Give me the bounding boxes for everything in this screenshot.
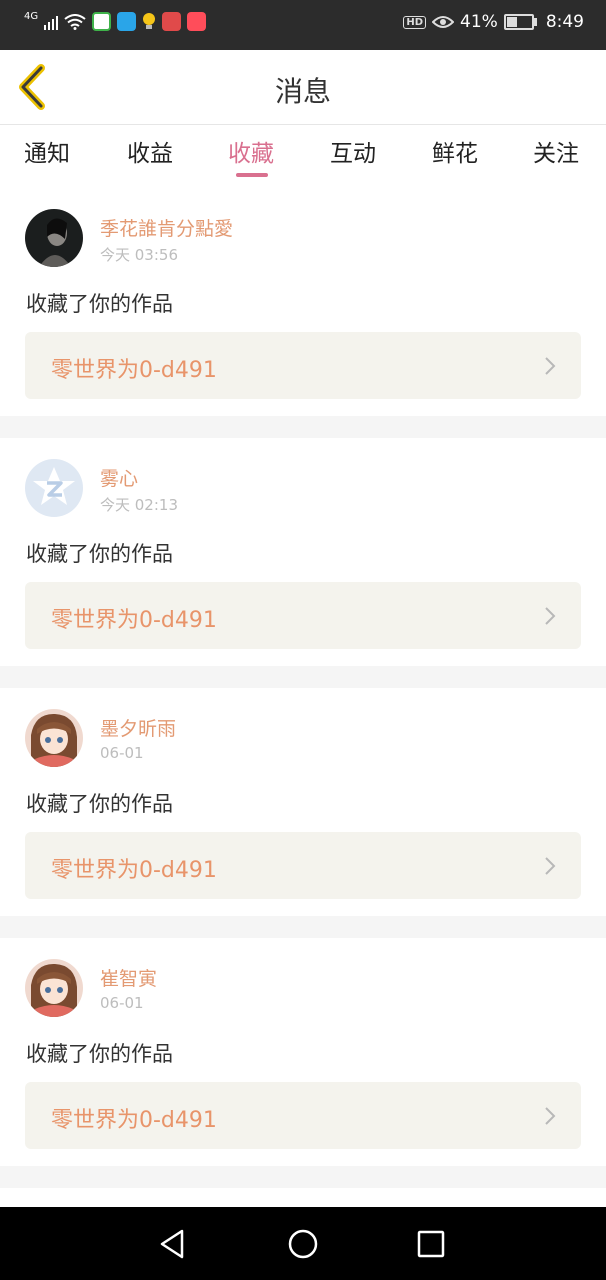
huawei-app-icon [162,12,182,31]
avatar[interactable] [25,709,83,767]
eye-comfort-icon [432,16,455,28]
cloud-app-icon [117,12,137,31]
chevron-right-icon [545,357,556,375]
tab-flowers[interactable]: 鲜花 [432,134,478,168]
tab-earnings[interactable]: 收益 [127,134,173,168]
username[interactable]: 季花誰肯分點愛 [100,214,233,241]
signal-icon [44,14,59,30]
timestamp: 06-01 [100,744,144,762]
list-item: 季花誰肯分點愛 今天 03:56 收藏了你的作品 零世界为0-d491 [0,188,606,416]
avatar[interactable] [25,959,83,1017]
list-item: 雾心 今天 02:13 收藏了你的作品 零世界为0-d491 [0,438,606,666]
divider [0,916,606,938]
work-link[interactable]: 零世界为0-d491 [25,582,581,649]
network-type: 4G [24,11,39,22]
avatar[interactable] [25,209,83,267]
status-bar: 4G HD 41% 8:49 [0,0,606,50]
work-title: 零世界为0-d491 [51,1108,217,1133]
divider [0,416,606,438]
work-link[interactable]: 零世界为0-d491 [25,332,581,399]
list-item: 崔智寅 06-01 收藏了你的作品 零世界为0-d491 [0,938,606,1166]
username[interactable]: 崔智寅 [100,964,157,991]
tab-favorites[interactable]: 收藏 [228,134,274,168]
work-link[interactable]: 零世界为0-d491 [25,1082,581,1149]
tab-follows[interactable]: 关注 [533,134,579,168]
list-item: 墨夕昕雨 06-01 收藏了你的作品 零世界为0-d491 [0,688,606,916]
timestamp: 今天 03:56 [100,246,178,264]
work-title: 零世界为0-d491 [51,608,217,633]
action-text: 收藏了你的作品 [26,542,173,566]
browser-app-icon [92,12,112,31]
chevron-right-icon [545,857,556,875]
action-text: 收藏了你的作品 [26,1042,173,1066]
bulb-app-icon [143,13,156,29]
home-circle-icon[interactable] [286,1227,320,1261]
tab-notifications[interactable]: 通知 [24,134,70,168]
username[interactable]: 墨夕昕雨 [100,714,176,741]
tab-interactions[interactable]: 互动 [330,134,376,168]
system-nav-bar [0,1207,606,1280]
divider [0,1166,606,1188]
work-title: 零世界为0-d491 [51,358,217,383]
timestamp: 今天 02:13 [100,496,178,514]
avatar[interactable] [25,459,83,517]
active-tab-indicator [236,173,268,177]
notification-list: 季花誰肯分點愛 今天 03:56 收藏了你的作品 零世界为0-d491 雾心 今… [0,188,606,1188]
chevron-right-icon [545,607,556,625]
recents-square-icon[interactable] [414,1227,448,1261]
username[interactable]: 雾心 [100,464,138,491]
divider [0,666,606,688]
battery-percent: 41% [460,12,498,32]
wifi-icon [64,13,86,30]
chevron-right-icon [545,1107,556,1125]
app-header: 消息 [0,50,606,125]
action-text: 收藏了你的作品 [26,292,173,316]
timestamp: 06-01 [100,994,144,1012]
battery-icon [503,14,537,30]
mall-app-icon [187,12,207,31]
clock: 8:49 [545,12,584,32]
page-title: 消息 [274,75,331,108]
work-title: 零世界为0-d491 [51,858,217,883]
hd-badge: HD [403,15,427,29]
work-link[interactable]: 零世界为0-d491 [25,832,581,899]
action-text: 收藏了你的作品 [26,792,173,816]
back-triangle-icon[interactable] [156,1227,190,1261]
tab-bar: 通知 收益 收藏 互动 鲜花 关注 [0,125,606,180]
